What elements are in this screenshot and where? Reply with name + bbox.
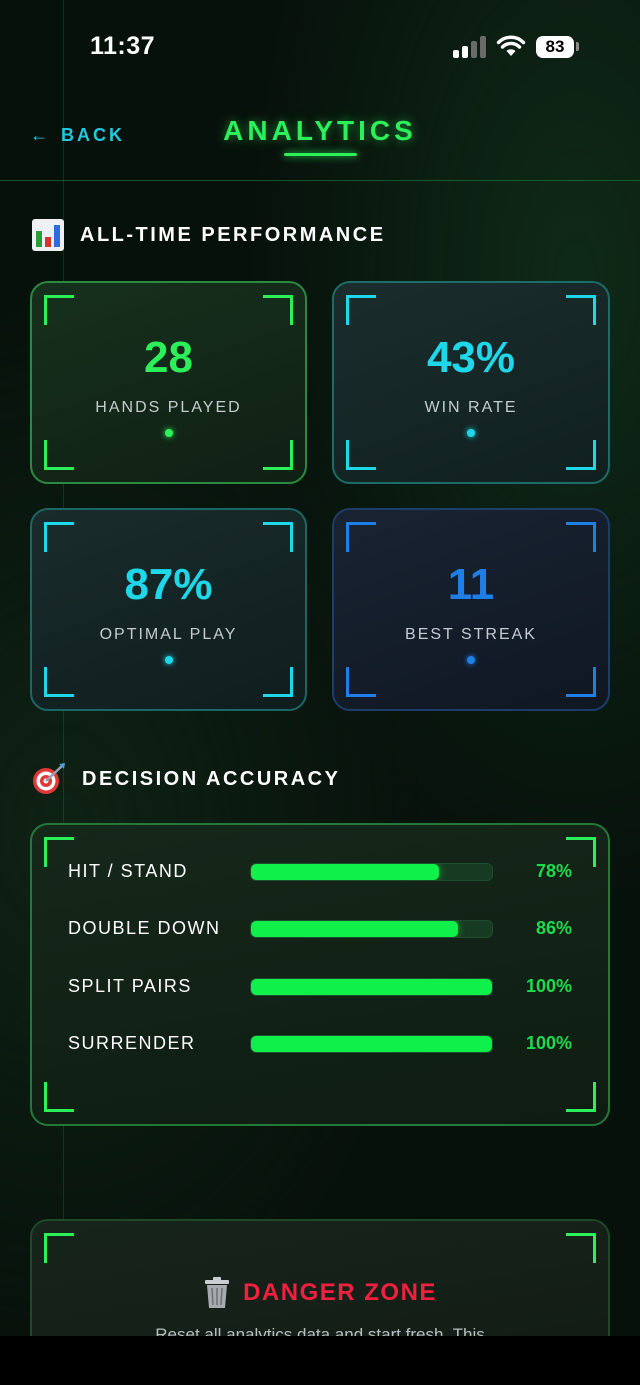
stat-dot	[164, 429, 173, 437]
danger-zone-title: DANGER ZONE	[243, 1279, 437, 1306]
performance-heading-label: ALL-TIME PERFORMANCE	[80, 223, 386, 246]
accuracy-percent: 100%	[525, 976, 572, 996]
accuracy-row-hit-stand: HIT / STAND 78%	[68, 857, 572, 887]
corner-bracket	[44, 1233, 74, 1263]
stat-dot	[467, 429, 475, 437]
stat-card-hands-played: 28 HANDS PLAYED	[30, 281, 307, 484]
accuracy-bar-fill	[251, 1036, 492, 1052]
status-time: 11:37	[90, 32, 156, 60]
corner-bracket	[346, 522, 376, 552]
screen-bottom-mask	[0, 1336, 640, 1385]
corner-bracket	[44, 522, 74, 552]
decision-accuracy-panel: HIT / STAND 78% DOUBLE DOWN 86% SPLIT PA…	[30, 823, 610, 1126]
corner-bracket	[346, 667, 376, 697]
corner-bracket	[566, 1233, 596, 1263]
battery-indicator: 83	[536, 36, 574, 58]
corner-bracket	[44, 440, 74, 470]
corner-bracket	[263, 667, 293, 697]
stat-label: BEST STREAK	[405, 626, 537, 643]
app-header: ← BACK ANALYTICS	[0, 95, 640, 181]
stat-card-optimal-play: 87% OPTIMAL PLAY	[30, 508, 307, 711]
accuracy-percent: 78%	[535, 861, 572, 881]
corner-bracket	[263, 440, 293, 470]
corner-bracket	[566, 295, 596, 325]
accuracy-section-heading: DECISION ACCURACY	[32, 762, 340, 796]
corner-bracket	[346, 440, 376, 470]
stat-dot	[467, 656, 475, 664]
stat-label: HANDS PLAYED	[95, 399, 242, 416]
corner-bracket	[566, 440, 596, 470]
wifi-icon	[496, 34, 526, 58]
stat-card-win-rate: 43% WIN RATE	[332, 281, 610, 484]
corner-bracket	[566, 1082, 596, 1112]
cellular-signal-icon	[453, 36, 487, 58]
corner-bracket	[346, 295, 376, 325]
accuracy-row-double-down: DOUBLE DOWN 86%	[68, 914, 572, 944]
stat-value: 87%	[124, 560, 213, 609]
corner-bracket	[44, 295, 74, 325]
corner-bracket	[263, 295, 293, 325]
accuracy-row-split-pairs: SPLIT PAIRS 100%	[68, 972, 572, 1002]
accuracy-label: DOUBLE DOWN	[68, 918, 221, 938]
accuracy-bar	[250, 863, 493, 881]
accuracy-bar-fill	[251, 979, 492, 995]
performance-section-heading: ALL-TIME PERFORMANCE	[32, 219, 386, 251]
accuracy-label: HIT / STAND	[68, 861, 188, 881]
corner-bracket	[44, 1082, 74, 1112]
accuracy-row-surrender: SURRENDER 100%	[68, 1029, 572, 1059]
accuracy-heading-label: DECISION ACCURACY	[82, 767, 341, 790]
corner-bracket	[263, 522, 293, 552]
accuracy-label: SPLIT PAIRS	[68, 976, 192, 996]
accuracy-bar-fill	[251, 864, 439, 880]
stat-dot	[164, 656, 173, 664]
accuracy-bar	[250, 978, 493, 996]
accuracy-bar	[250, 920, 493, 938]
battery-tip	[576, 42, 579, 51]
bar-chart-icon	[32, 219, 64, 251]
stat-card-best-streak: 11 BEST STREAK	[332, 508, 610, 711]
target-icon	[32, 762, 66, 796]
accuracy-bar-fill	[251, 921, 459, 937]
accuracy-percent: 100%	[525, 1033, 572, 1053]
page-title: ANALYTICS	[223, 115, 417, 146]
corner-bracket	[566, 667, 596, 697]
stat-value: 43%	[426, 333, 516, 382]
status-bar: 11:37 83	[0, 0, 640, 95]
accuracy-label: SURRENDER	[68, 1033, 196, 1053]
stat-label: OPTIMAL PLAY	[99, 626, 238, 643]
trash-icon	[203, 1277, 231, 1309]
stat-label: WIN RATE	[424, 399, 518, 416]
danger-zone-heading: DANGER ZONE	[32, 1277, 608, 1309]
title-underline	[284, 153, 357, 156]
corner-bracket	[566, 522, 596, 552]
stat-value: 28	[144, 333, 193, 382]
accuracy-bar	[250, 1035, 493, 1053]
stat-value: 11	[447, 560, 495, 609]
accuracy-percent: 86%	[535, 918, 572, 938]
corner-bracket	[44, 667, 74, 697]
